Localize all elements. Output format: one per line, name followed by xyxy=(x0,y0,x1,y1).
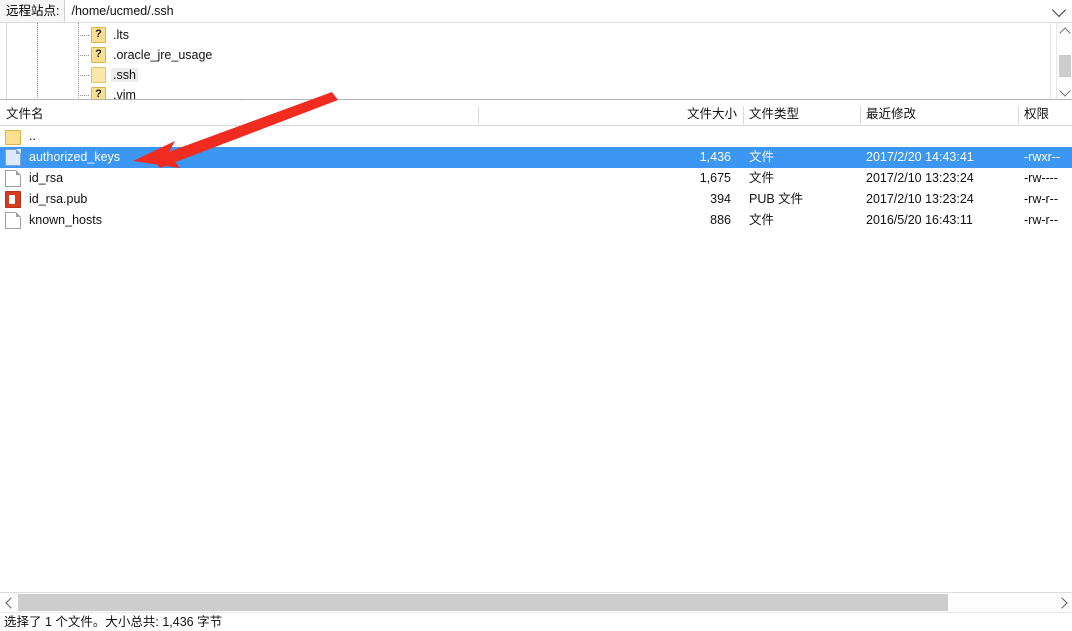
cell-size: 1,675 xyxy=(699,171,731,185)
scroll-up-button[interactable] xyxy=(1057,23,1072,39)
cell-permissions: -rw-r-- xyxy=(1024,192,1059,206)
file-name: .. xyxy=(29,129,36,143)
cell-name: id_rsa.pub xyxy=(0,189,478,210)
cell-name: known_hosts xyxy=(0,210,478,231)
table-row[interactable]: authorized_keys 1,436 文件 2017/2/20 14:43… xyxy=(0,147,1072,168)
cell-modified: 2017/2/10 13:23:24 xyxy=(866,171,974,185)
file-icon xyxy=(5,149,21,166)
cell-modified xyxy=(860,126,1018,147)
remote-path-value: /home/ucmed/.ssh xyxy=(71,4,174,18)
cell-permissions xyxy=(1018,126,1072,147)
tree-branch-icon xyxy=(78,85,91,99)
chevron-down-icon xyxy=(1051,2,1067,18)
column-header-label: 权限 xyxy=(1024,107,1050,121)
cell-size: 394 xyxy=(710,192,731,206)
file-icon xyxy=(5,170,21,187)
column-header-label: 文件大小 xyxy=(686,107,737,121)
tree-item-label: .vim xyxy=(113,88,136,100)
remote-site-label: 远程站点: xyxy=(6,4,60,18)
file-list-horizontal-scrollbar[interactable] xyxy=(0,592,1072,612)
cell-permissions: -rwxr-- xyxy=(1024,150,1061,164)
cell-permissions: -rw-r-- xyxy=(1024,213,1059,227)
column-header-type[interactable]: 文件类型 xyxy=(743,104,860,125)
file-name: known_hosts xyxy=(29,213,102,227)
table-row[interactable]: known_hosts 886 文件 2016/5/20 16:43:11 -r… xyxy=(0,210,1072,231)
tree-item-lts[interactable]: .lts xyxy=(78,25,131,45)
chevron-right-icon xyxy=(1056,596,1068,609)
cell-permissions: -rw---- xyxy=(1024,171,1059,185)
tree-left-divider xyxy=(6,23,7,99)
unknown-folder-icon xyxy=(91,46,106,63)
cell-modified: 2017/2/10 13:23:24 xyxy=(866,192,974,206)
pub-file-icon xyxy=(5,191,21,208)
tree-item-label: .oracle_jre_usage xyxy=(113,48,213,62)
cell-type: 文件 xyxy=(749,150,775,164)
cell-type: PUB 文件 xyxy=(749,192,804,206)
tree-item-ssh[interactable]: .ssh xyxy=(78,65,138,85)
tree-scrollbar-thumb[interactable] xyxy=(1059,55,1071,77)
table-row[interactable]: id_rsa 1,675 文件 2017/2/10 13:23:24 -rw--… xyxy=(0,168,1072,189)
cell-type: 文件 xyxy=(749,213,775,227)
column-header-modified[interactable]: 最近修改 xyxy=(860,104,1018,125)
chevron-up-icon xyxy=(1059,27,1071,39)
file-list-header: 文件名 文件大小 文件类型 最近修改 权限 xyxy=(0,104,1072,126)
scrollbar-thumb[interactable] xyxy=(18,594,948,611)
cell-name: .. xyxy=(0,126,478,147)
unknown-folder-icon xyxy=(91,86,106,99)
cell-modified: 2017/2/20 14:43:41 xyxy=(866,150,974,164)
tree-branch-icon xyxy=(78,25,91,45)
scroll-down-button[interactable] xyxy=(1057,84,1072,99)
file-list-panel: 文件名 文件大小 文件类型 最近修改 权限 .. authorized_keys… xyxy=(0,100,1072,592)
cell-type xyxy=(743,126,860,147)
column-header-label: 最近修改 xyxy=(866,107,917,121)
tree-branch-icon xyxy=(78,65,91,85)
table-row[interactable]: id_rsa.pub 394 PUB 文件 2017/2/10 13:23:24… xyxy=(0,189,1072,210)
table-row[interactable]: .. xyxy=(0,126,1072,147)
chevron-left-icon xyxy=(5,596,17,609)
file-name: id_rsa.pub xyxy=(29,192,88,206)
cell-size xyxy=(478,126,737,147)
tree-vertical-scrollbar[interactable] xyxy=(1056,23,1072,99)
chevron-down-icon xyxy=(1059,85,1071,97)
cell-name: authorized_keys xyxy=(0,147,478,168)
cell-name: id_rsa xyxy=(0,168,478,189)
remote-site-bar: 远程站点: /home/ucmed/.ssh xyxy=(0,0,1072,23)
scroll-left-button[interactable] xyxy=(0,593,18,612)
column-header-size[interactable]: 文件大小 xyxy=(478,104,743,125)
column-header-label: 文件类型 xyxy=(749,107,800,121)
tree-guide-line-1 xyxy=(37,23,38,99)
cell-modified: 2016/5/20 16:43:11 xyxy=(866,213,973,227)
scrollbar-track[interactable] xyxy=(18,594,1054,611)
folder-icon xyxy=(5,129,21,145)
column-header-permissions[interactable]: 权限 xyxy=(1018,104,1072,125)
unknown-folder-icon xyxy=(91,26,106,43)
cell-size: 886 xyxy=(710,213,731,227)
column-header-label: 文件名 xyxy=(6,107,44,121)
tree-branch-icon xyxy=(78,45,91,65)
path-dropdown-button[interactable] xyxy=(1046,0,1072,22)
cell-type: 文件 xyxy=(749,171,775,185)
file-list-rows: .. authorized_keys 1,436 文件 2017/2/20 14… xyxy=(0,126,1072,231)
cell-size: 1,436 xyxy=(699,150,731,164)
column-header-name[interactable]: 文件名 xyxy=(0,104,478,125)
file-name: id_rsa xyxy=(29,171,64,185)
tree-item-oracle-jre-usage[interactable]: .oracle_jre_usage xyxy=(78,45,214,65)
remote-file-browser: 远程站点: /home/ucmed/.ssh .lts .oracle_jre_… xyxy=(0,0,1072,630)
tree-item-label: .lts xyxy=(113,28,129,42)
folder-icon xyxy=(91,67,106,83)
directory-tree-panel: .lts .oracle_jre_usage .ssh .vim xyxy=(0,23,1072,100)
tree-item-vim[interactable]: .vim xyxy=(78,85,138,100)
remote-path-combobox[interactable]: /home/ucmed/.ssh xyxy=(64,0,1046,22)
scroll-right-button[interactable] xyxy=(1054,593,1072,612)
file-icon xyxy=(5,212,21,229)
file-name: authorized_keys xyxy=(26,147,124,168)
tree-item-label: .ssh xyxy=(111,68,138,82)
directory-tree[interactable]: .lts .oracle_jre_usage .ssh .vim xyxy=(0,23,1051,100)
status-bar: 选择了 1 个文件。大小总共: 1,436 字节 xyxy=(0,612,1072,630)
